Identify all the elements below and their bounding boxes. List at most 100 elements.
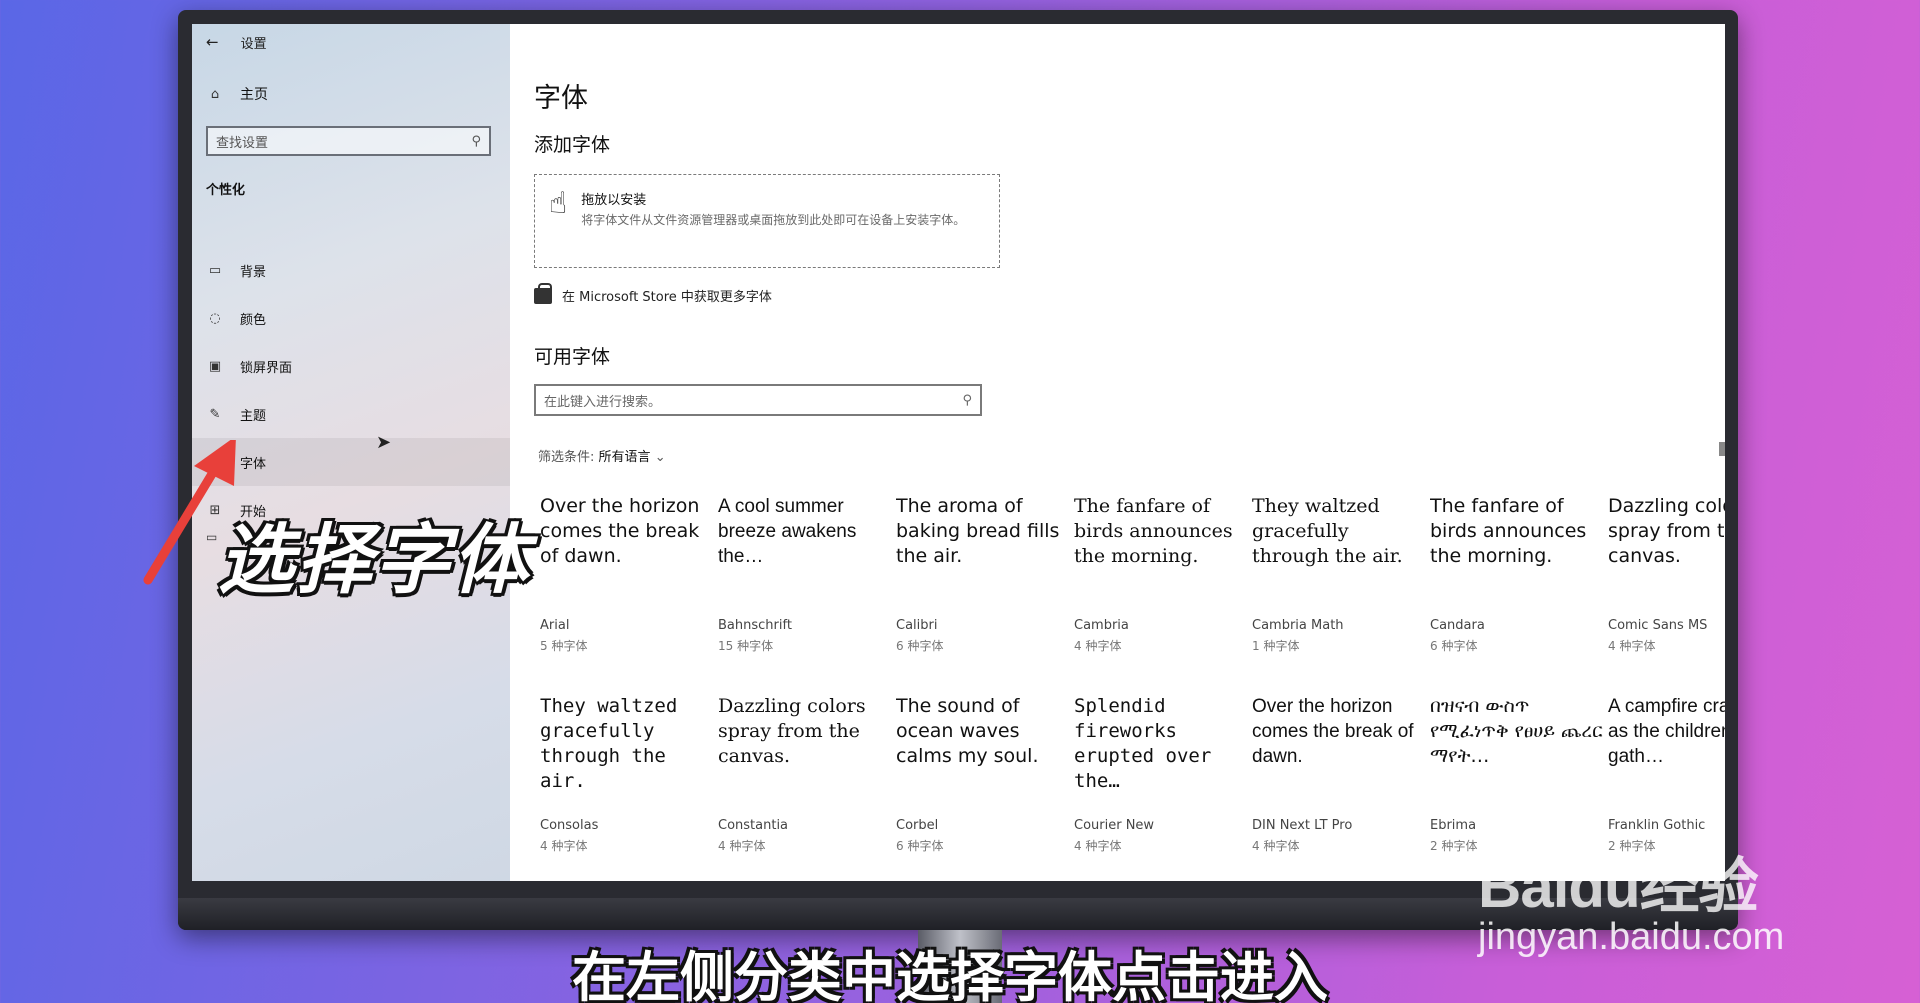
lockscreen-icon: ▣ [208,358,222,374]
font-name: Candara [1430,618,1485,633]
mouse-cursor-icon: ➤ [376,432,392,453]
search-icon: ⚲ [471,133,481,149]
font-name: Consolas [540,818,599,833]
font-count: 4 种字体 [1252,839,1300,853]
font-card[interactable]: The fanfare of birds announces the morni… [1074,494,1250,684]
search-placeholder: 查找设置 [216,135,269,151]
font-card[interactable]: The sound of ocean waves calms my soul. C… [896,694,1072,881]
font-count: 6 种字体 [1430,639,1478,653]
font-count: 15 种字体 [718,639,774,653]
font-count: 2 种字体 [1430,839,1478,853]
font-name: DIN Next LT Pro [1252,818,1353,833]
palette-icon: ◌ [209,310,221,326]
font-count: 4 种字体 [540,839,588,853]
back-arrow-icon[interactable]: ← [206,33,219,51]
font-sample-text: The aroma of baking bread fills the air. [896,495,1060,567]
drag-hand-icon: ☝ [549,186,568,221]
page-title: 字体 [534,83,588,114]
font-count: 4 种字体 [1608,639,1656,653]
font-name: Calibri [896,618,938,633]
sidebar-item-label: 颜色 [240,312,267,328]
title-bar: ← 设置 [206,30,267,54]
sidebar-item-background[interactable]: ▭ 背景 [192,246,510,294]
language-filter[interactable]: 筛选条件: 所有语言 ⌄ [538,446,666,465]
picture-icon: ▭ [208,262,222,278]
font-card[interactable]: Splendid fireworks erupted over the… Cour… [1074,694,1250,881]
store-link-label: 在 Microsoft Store 中获取更多字体 [562,290,772,305]
font-dropzone[interactable]: ☝ 拖放以安装 将字体文件从文件资源管理器或桌面拖放到此处即可在设备上安装字体。 [534,174,1000,268]
font-card[interactable]: They waltzed gracefully through the air.… [1252,494,1428,684]
video-subtitle: 在左侧分类中选择字体点击进入 [572,946,1328,1003]
font-sample-text: They waltzed gracefully through the air. [1252,495,1403,567]
font-name: Cambria [1074,618,1129,633]
store-bag-icon [534,282,552,304]
font-name: Constantia [718,818,789,833]
settings-window: ← 设置 ⌂ 主页 查找设置 ⚲ 个性化 ▭ 背景 ◌ 颜色 ▣ 锁屏界面 ✎ … [192,24,1725,881]
home-icon: ⌂ [210,86,220,102]
font-name: Franklin Gothic [1608,818,1706,833]
font-card[interactable]: Dazzling colors spray from the canvas. Co… [1608,494,1725,684]
font-sample-text: Over the horizon comes the break of dawn… [540,495,700,567]
add-fonts-heading: 添加字体 [534,134,611,156]
font-name: Bahnschrift [718,618,792,633]
sidebar-item-themes[interactable]: ✎ 主题 [192,390,510,438]
chevron-down-icon: ⌄ [654,450,666,465]
dropzone-text: 拖放以安装 将字体文件从文件资源管理器或桌面拖放到此处即可在设备上安装字体。 [581,189,971,267]
theme-icon: ✎ [209,406,221,422]
sidebar-item-label: 主题 [240,408,267,424]
font-name: Cambria Math [1252,618,1344,633]
window-title: 设置 [240,36,267,52]
settings-search-input[interactable]: 查找设置 ⚲ [206,126,491,156]
font-search-placeholder: 在此键入进行搜索。 [544,394,662,410]
font-count: 1 种字体 [1252,639,1300,653]
font-sample-text: A campfire crackles as the children gath… [1608,696,1725,767]
scrollbar[interactable] [1719,442,1725,456]
sidebar-item-lockscreen[interactable]: ▣ 锁屏界面 [192,342,510,390]
store-link[interactable]: 在 Microsoft Store 中获取更多字体 [534,282,772,305]
font-sample-text: The fanfare of birds announces the morni… [1430,495,1587,567]
search-icon: ⚲ [962,392,972,408]
annotation-label: 选择字体 [218,515,530,604]
sidebar-item-colors[interactable]: ◌ 颜色 [192,294,510,342]
font-name: Arial [540,618,570,633]
font-search-input[interactable]: 在此键入进行搜索。 ⚲ [534,384,982,416]
section-title: 个性化 [206,183,246,198]
font-sample-text: A cool summer breeze awakens the… [718,496,857,567]
sidebar-item-label: 锁屏界面 [240,360,293,376]
fonts-page: 字体 添加字体 ☝ 拖放以安装 将字体文件从文件资源管理器或桌面拖放到此处即可在… [510,24,1725,881]
font-count: 4 种字体 [718,839,766,853]
font-count: 4 种字体 [1074,839,1122,853]
sidebar-item-label: 主页 [240,87,268,103]
font-card[interactable]: Dazzling colors spray from the canvas. Co… [718,694,894,881]
font-sample-text: Over the horizon comes the break of dawn… [1252,696,1414,767]
watermark-url: jingyan.baidu.com [1478,916,1785,958]
font-card[interactable]: A cool summer breeze awakens the… Bahnsch… [718,494,894,684]
font-name: Ebrima [1430,818,1477,833]
font-sample-text: በዝናብ ውስጥ የሚፈነጥቅ የፀሀይ ጨረር ማየት… [1430,695,1603,767]
dropzone-title: 拖放以安装 [581,193,647,208]
font-sample-text: They waltzed gracefully through the air. [540,695,678,792]
font-card[interactable]: The aroma of baking bread fills the air.… [896,494,1072,684]
font-card[interactable]: Over the horizon comes the break of dawn… [540,494,716,684]
font-sample-text: Dazzling colors spray from the canvas. [1608,495,1725,567]
font-count: 6 种字体 [896,639,944,653]
font-card[interactable]: They waltzed gracefully through the air.… [540,694,716,881]
font-count: 6 种字体 [896,839,944,853]
font-count: 4 种字体 [1074,639,1122,653]
sidebar-item-label: 背景 [240,264,267,280]
font-sample-text: Dazzling colors spray from the canvas. [718,695,866,767]
font-name: Corbel [896,818,939,833]
filter-value: 所有语言 [598,450,651,465]
dropzone-description: 将字体文件从文件资源管理器或桌面拖放到此处即可在设备上安装字体。 [581,213,966,227]
filter-label: 筛选条件: [538,450,595,465]
watermark-logo: Baidu经验 [1478,853,1759,920]
font-count: 5 种字体 [540,639,588,653]
font-name: Comic Sans MS [1608,618,1708,633]
font-card[interactable]: Over the horizon comes the break of dawn… [1252,694,1428,881]
font-card[interactable]: The fanfare of birds announces the morni… [1430,494,1606,684]
available-fonts-heading: 可用字体 [534,346,611,368]
font-sample-text: The fanfare of birds announces the morni… [1074,495,1233,567]
sidebar-item-home[interactable]: ⌂ 主页 [206,84,268,104]
font-name: Courier New [1074,818,1155,833]
font-sample-text: The sound of ocean waves calms my soul. [896,695,1039,767]
